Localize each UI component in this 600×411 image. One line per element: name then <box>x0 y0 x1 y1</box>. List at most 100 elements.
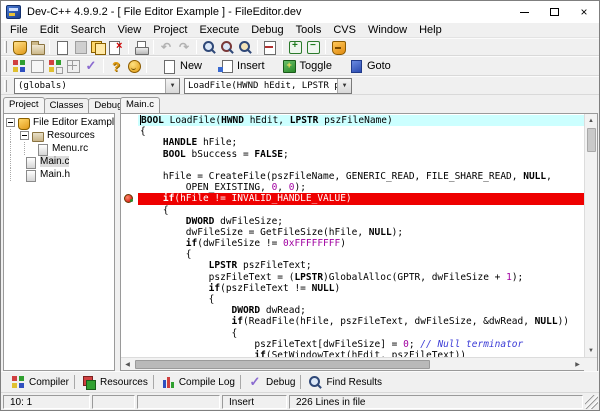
toolbar-handle[interactable] <box>4 80 7 92</box>
help-icon[interactable] <box>107 58 125 74</box>
code-line-text: if(dwFileSize != 0xFFFFFFFF) <box>138 238 584 249</box>
replace-icon[interactable] <box>218 39 236 55</box>
new-file-icon[interactable] <box>53 39 71 55</box>
find-in-files-icon[interactable] <box>236 39 254 55</box>
menu-execute[interactable]: Execute <box>193 23 245 37</box>
compile-run-icon[interactable] <box>46 58 64 74</box>
scroll-left-icon[interactable]: ◀ <box>121 358 134 371</box>
close-file-icon[interactable] <box>107 39 125 55</box>
function-combobox-value: LoadFile(HWND hEdit, LPSTR psz <box>185 81 337 91</box>
scroll-down-icon[interactable]: ▼ <box>585 344 598 357</box>
code-line: BOOL bSuccess = FALSE; <box>121 149 584 160</box>
menu-window[interactable]: Window <box>362 23 413 37</box>
menu-edit[interactable]: Edit <box>34 23 65 37</box>
toolbar-separator <box>282 40 283 54</box>
toolbar-handle[interactable] <box>4 41 7 53</box>
compile-icon[interactable] <box>10 58 28 74</box>
tree-item-main-c[interactable]: Main.c <box>6 155 114 168</box>
menu-search[interactable]: Search <box>65 23 112 37</box>
menu-file[interactable]: File <box>4 23 34 37</box>
undo-icon[interactable] <box>157 39 175 55</box>
bottom-tab-label: Resources <box>100 377 148 388</box>
file-icon <box>24 169 38 181</box>
gutter <box>121 205 138 216</box>
vertical-scrollbar[interactable]: ▲ ▼ <box>584 114 597 357</box>
remove-file-icon[interactable] <box>304 39 322 55</box>
menu-debug[interactable]: Debug <box>245 23 289 37</box>
menu-tools[interactable]: Tools <box>290 23 328 37</box>
project-tree[interactable]: File Editor Example Resources Menu.rc <box>3 113 115 371</box>
new-project-icon[interactable] <box>10 39 28 55</box>
code-line-text: if(ReadFile(hFile, pszFileText, dwFileSi… <box>138 316 584 327</box>
menu-cvs[interactable]: CVS <box>327 23 362 37</box>
bottom-tab-debug[interactable]: Debug <box>241 372 300 392</box>
tab-main-c[interactable]: Main.c <box>120 97 160 113</box>
syntax-check-icon[interactable] <box>82 58 100 74</box>
code-line-text: { <box>138 249 584 260</box>
menu-view[interactable]: View <box>112 23 148 37</box>
open-project-icon[interactable] <box>28 39 46 55</box>
resize-grip[interactable] <box>585 395 598 409</box>
titlebar[interactable]: Dev-C++ 4.9.9.2 - [ File Editor Example … <box>1 1 599 23</box>
project-icon <box>17 117 31 129</box>
code-line <box>121 160 584 171</box>
new-button[interactable]: New <box>158 58 207 75</box>
code-line-text: { <box>138 126 584 137</box>
profile-icon[interactable] <box>125 58 143 74</box>
goto-button[interactable]: Goto <box>345 58 396 75</box>
close-button[interactable]: × <box>569 1 599 23</box>
add-file-icon[interactable] <box>286 39 304 55</box>
tree-connector <box>10 155 24 168</box>
tree-item-menu-rc[interactable]: Menu.rc <box>6 142 114 155</box>
tree-item-resources[interactable]: Resources <box>6 129 114 142</box>
scroll-right-icon[interactable]: ▶ <box>571 358 584 371</box>
goto-line-icon[interactable] <box>261 39 279 55</box>
function-combobox[interactable]: LoadFile(HWND hEdit, LPSTR psz ▼ <box>184 78 352 94</box>
collapse-icon[interactable] <box>20 131 29 140</box>
project-options-icon[interactable] <box>329 39 347 55</box>
tab-project[interactable]: Project <box>3 97 45 113</box>
breakpoint-icon[interactable] <box>124 194 133 203</box>
toggle-button[interactable]: Toggle <box>278 58 337 75</box>
print-icon[interactable] <box>132 39 150 55</box>
scope-combobox[interactable]: (globals) ▼ <box>14 78 180 94</box>
toolbar-handle[interactable] <box>4 60 7 72</box>
folder-icon <box>31 130 45 142</box>
goto-button-icon <box>347 58 365 74</box>
redo-icon[interactable] <box>175 39 193 55</box>
gutter-breakpoint[interactable] <box>121 193 138 204</box>
bottom-tab-resources[interactable]: Resources <box>75 372 153 392</box>
bottom-tab-find-results[interactable]: Find Results <box>301 372 387 392</box>
toggle-button-label: Toggle <box>300 60 332 72</box>
collapse-icon[interactable] <box>6 118 15 127</box>
editor-frame: BOOL LoadFile(HWND hEdit, LPSTR pszFileN… <box>120 113 598 371</box>
horizontal-scrollbar-thumb[interactable] <box>135 360 430 369</box>
run-icon[interactable] <box>28 58 46 74</box>
tab-classes[interactable]: Classes <box>44 98 90 113</box>
rebuild-all-icon[interactable] <box>64 58 82 74</box>
save-all-icon[interactable] <box>89 39 107 55</box>
maximize-button[interactable] <box>539 1 569 23</box>
insert-button[interactable]: Insert <box>215 58 270 75</box>
tree-item-project[interactable]: File Editor Example <box>6 116 114 129</box>
menu-help[interactable]: Help <box>413 23 448 37</box>
bottom-tab-compiler[interactable]: Compiler <box>4 372 74 392</box>
code-line-text: { <box>138 294 584 305</box>
bottom-tab-label: Find Results <box>326 377 382 388</box>
code-line: OPEN_EXISTING, 0, 0); <box>121 182 584 193</box>
chevron-down-icon[interactable]: ▼ <box>337 79 351 93</box>
menu-project[interactable]: Project <box>147 23 193 37</box>
scroll-up-icon[interactable]: ▲ <box>585 114 598 127</box>
tree-item-main-h[interactable]: Main.h <box>6 168 114 181</box>
toolbar-separator <box>153 40 154 54</box>
minimize-button[interactable] <box>509 1 539 23</box>
chevron-down-icon[interactable]: ▼ <box>165 79 179 93</box>
vertical-scrollbar-thumb[interactable] <box>587 128 596 152</box>
gutter <box>121 350 138 357</box>
bottom-tab-compile-log[interactable]: Compile Log <box>154 372 240 392</box>
find-icon[interactable] <box>200 39 218 55</box>
save-icon[interactable] <box>71 39 89 55</box>
code-line: { <box>121 249 584 260</box>
horizontal-scrollbar[interactable]: ◀ ▶ <box>121 357 597 370</box>
code-area[interactable]: BOOL LoadFile(HWND hEdit, LPSTR pszFileN… <box>121 114 584 357</box>
